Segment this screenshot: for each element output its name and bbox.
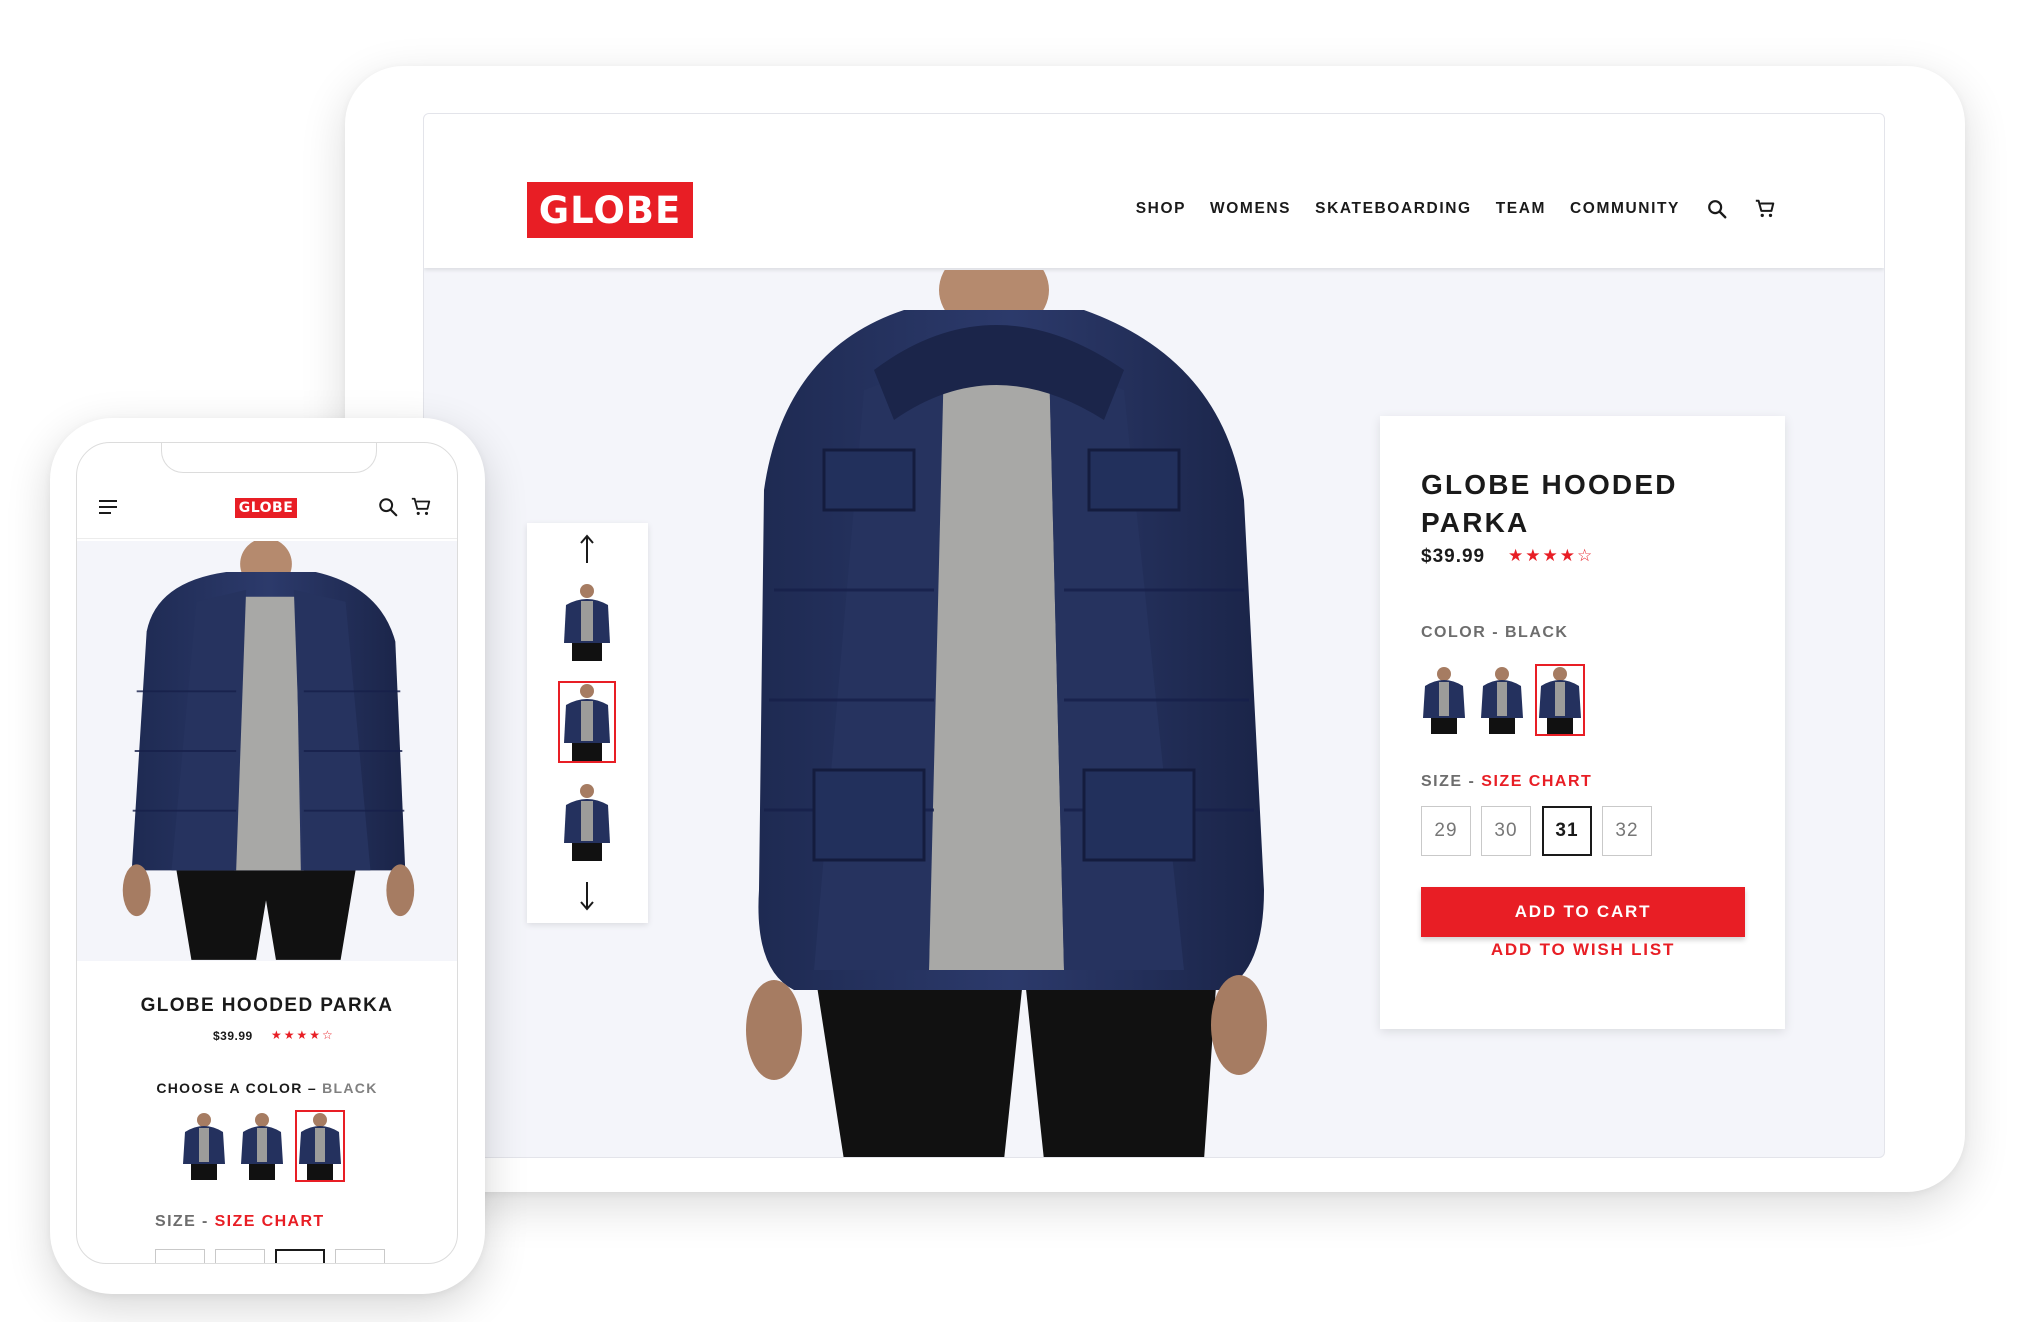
site-header: GLOBE SHOP WOMENS SKATEBOARDING TEAM COM…: [424, 114, 1884, 268]
mobile-size-chart-link[interactable]: SIZE CHART: [215, 1213, 325, 1230]
menu-icon[interactable]: [97, 496, 119, 518]
arrow-up-icon[interactable]: [576, 533, 598, 565]
mobile-color-label-text: CHOOSE A COLOR –: [156, 1080, 317, 1096]
mobile-product-image: [77, 541, 457, 961]
rating-stars: ★★★★☆: [1508, 546, 1595, 565]
cart-icon[interactable]: [1754, 198, 1776, 220]
product-thumbnail-3[interactable]: [560, 783, 614, 861]
product-hero-image: [746, 270, 1267, 1157]
nav-item-skateboarding[interactable]: SKATEBOARDING: [1315, 200, 1472, 218]
main-navigation: SHOP WOMENS SKATEBOARDING TEAM COMMUNITY: [1136, 198, 1776, 220]
globe-logo-mobile[interactable]: GLOBE: [235, 498, 297, 518]
search-icon[interactable]: [377, 496, 399, 518]
add-to-wish-list-link[interactable]: ADD TO WISH LIST: [1421, 936, 1745, 964]
mobile-size-option-30[interactable]: 30: [215, 1249, 265, 1263]
nav-item-team[interactable]: TEAM: [1496, 200, 1546, 218]
phone-notch: [161, 443, 377, 473]
mobile-color-swatch-3[interactable]: [295, 1110, 345, 1182]
color-swatch-2[interactable]: [1479, 666, 1525, 734]
color-label: COLOR - BLACK: [1421, 624, 1569, 641]
product-details-card: GLOBE HOODED PARKA $39.99 ★★★★☆ COLOR - …: [1380, 416, 1785, 1029]
mobile-size-option-31[interactable]: 31: [275, 1249, 325, 1263]
product-thumbnail-1[interactable]: [560, 583, 614, 661]
cart-icon[interactable]: [410, 496, 432, 518]
mobile-product-price: $39.99: [213, 1029, 253, 1043]
mobile-size-option-32[interactable]: 32: [335, 1249, 385, 1263]
mobile-color-value: BLACK: [322, 1080, 378, 1096]
mobile-size-label: SIZE - SIZE CHART: [155, 1213, 325, 1231]
mobile-size-label-text: SIZE -: [155, 1213, 209, 1230]
product-title: GLOBE HOODED PARKA: [1421, 469, 1678, 538]
desktop-product-page: GLOBE SHOP WOMENS SKATEBOARDING TEAM COM…: [423, 113, 1885, 1158]
nav-item-shop[interactable]: SHOP: [1136, 200, 1186, 218]
size-label-text: SIZE -: [1421, 773, 1476, 790]
arrow-down-icon[interactable]: [576, 880, 598, 912]
add-to-cart-button[interactable]: ADD TO CART: [1421, 887, 1745, 937]
product-price: $39.99: [1421, 546, 1486, 567]
globe-logo[interactable]: GLOBE: [527, 182, 693, 238]
mobile-size-option-29[interactable]: 29: [155, 1249, 205, 1263]
color-swatch-1[interactable]: [1421, 666, 1467, 734]
mobile-color-swatch-2[interactable]: [239, 1112, 285, 1180]
nav-item-community[interactable]: COMMUNITY: [1570, 200, 1680, 218]
mobile-header: GLOBE: [77, 483, 457, 539]
product-thumbnail-2[interactable]: [558, 681, 616, 763]
size-option-31[interactable]: 31: [1542, 806, 1592, 856]
mobile-color-swatch-1[interactable]: [181, 1112, 227, 1180]
thumbnail-rail: [527, 523, 648, 923]
nav-item-womens[interactable]: WOMENS: [1210, 200, 1291, 218]
size-option-32[interactable]: 32: [1602, 806, 1652, 856]
mobile-product-title: GLOBE HOODED PARKA: [140, 995, 394, 1016]
size-option-29[interactable]: 29: [1421, 806, 1471, 856]
size-label: SIZE - SIZE CHART: [1421, 773, 1592, 791]
mobile-rating-stars: ★★★★☆: [271, 1028, 335, 1042]
size-option-30[interactable]: 30: [1481, 806, 1531, 856]
mobile-product-page: GLOBE GLOBE HOODED PARKA $39.99 ★★★★☆ CH…: [76, 442, 458, 1264]
search-icon[interactable]: [1706, 198, 1728, 220]
color-swatch-3[interactable]: [1535, 664, 1585, 736]
size-chart-link[interactable]: SIZE CHART: [1481, 773, 1592, 790]
mobile-color-label: CHOOSE A COLOR – BLACK: [77, 1080, 457, 1096]
